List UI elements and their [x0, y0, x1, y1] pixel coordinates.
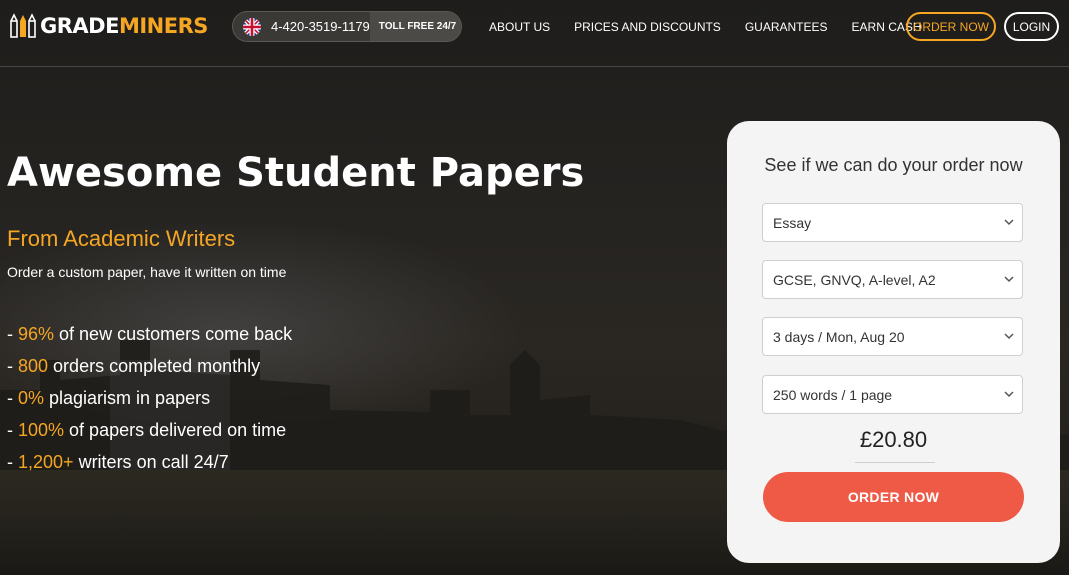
stat-value: 1,200+	[18, 452, 74, 472]
stat-value: 800	[18, 356, 49, 376]
academic-level-value: GCSE, GNVQ, A-level, A2	[773, 271, 936, 288]
stat-item: - 800 orders completed monthly	[7, 356, 261, 376]
chevron-down-icon	[1004, 391, 1014, 398]
deadline-select[interactable]: 3 days / Mon, Aug 20	[762, 317, 1023, 356]
nav-prices-and-discounts[interactable]: PRICES AND DISCOUNTS	[574, 20, 721, 34]
stats-list: - 96% of new customers come back - 800 o…	[7, 318, 584, 478]
phone-widget[interactable]: 4-420-3519-1179 TOLL FREE 24/7	[232, 11, 462, 42]
header-order-now-button[interactable]: ORDER NOW	[906, 12, 996, 41]
login-button[interactable]: LOGIN	[1004, 12, 1059, 41]
academic-level-select[interactable]: GCSE, GNVQ, A-level, A2	[762, 260, 1023, 299]
hero-subtitle: From Academic Writers	[7, 226, 236, 251]
stat-value: 96%	[18, 324, 55, 344]
hero-section: Awesome Student Papers From Academic Wri…	[7, 150, 584, 494]
brand-logo[interactable]: GRADE MINERS	[10, 11, 208, 41]
logo-text-grade: GRADE	[40, 14, 119, 38]
paper-type-select[interactable]: Essay	[762, 203, 1023, 242]
price-divider	[855, 462, 935, 463]
chevron-down-icon	[1004, 219, 1014, 226]
hero-title: Awesome Student Papers	[7, 150, 585, 196]
paper-type-value: Essay	[773, 214, 812, 231]
price-value: £20.80	[859, 427, 928, 452]
order-now-button[interactable]: ORDER NOW	[763, 472, 1024, 522]
hero-description: Order a custom paper, have it written on…	[7, 264, 287, 280]
chevron-down-icon	[1004, 333, 1014, 340]
logo-text-miners: MINERS	[118, 14, 208, 38]
phone-number: 4-420-3519-1179	[271, 19, 370, 34]
nav-guarantees[interactable]: GUARANTEES	[745, 20, 828, 34]
order-form-card: See if we can do your order now Essay GC…	[727, 121, 1060, 563]
stat-value: 0%	[18, 388, 45, 408]
nav-about-us[interactable]: ABOUT US	[489, 20, 550, 34]
stat-item: - 0% plagiarism in papers	[7, 388, 211, 408]
pages-value: 250 words / 1 page	[773, 386, 893, 403]
stat-item: - 96% of new customers come back	[7, 324, 293, 344]
order-form-title: See if we can do your order now	[764, 155, 1023, 175]
site-header: GRADE MINERS 4-420-3519-1179 TOLL FREE 24…	[0, 0, 1069, 67]
main-nav: ABOUT US PRICES AND DISCOUNTS GUARANTEES…	[489, 20, 946, 34]
uk-flag-icon	[243, 17, 261, 36]
logo-pencils-icon	[10, 13, 36, 38]
tollfree-label: TOLL FREE 24/7	[369, 12, 461, 41]
stat-item: - 100% of papers delivered on time	[7, 420, 287, 440]
chevron-down-icon	[1004, 276, 1014, 283]
stat-value: 100%	[18, 420, 65, 440]
stat-item: - 1,200+ writers on call 24/7	[7, 452, 229, 472]
deadline-value: 3 days / Mon, Aug 20	[773, 328, 905, 345]
pages-select[interactable]: 250 words / 1 page	[762, 375, 1023, 414]
